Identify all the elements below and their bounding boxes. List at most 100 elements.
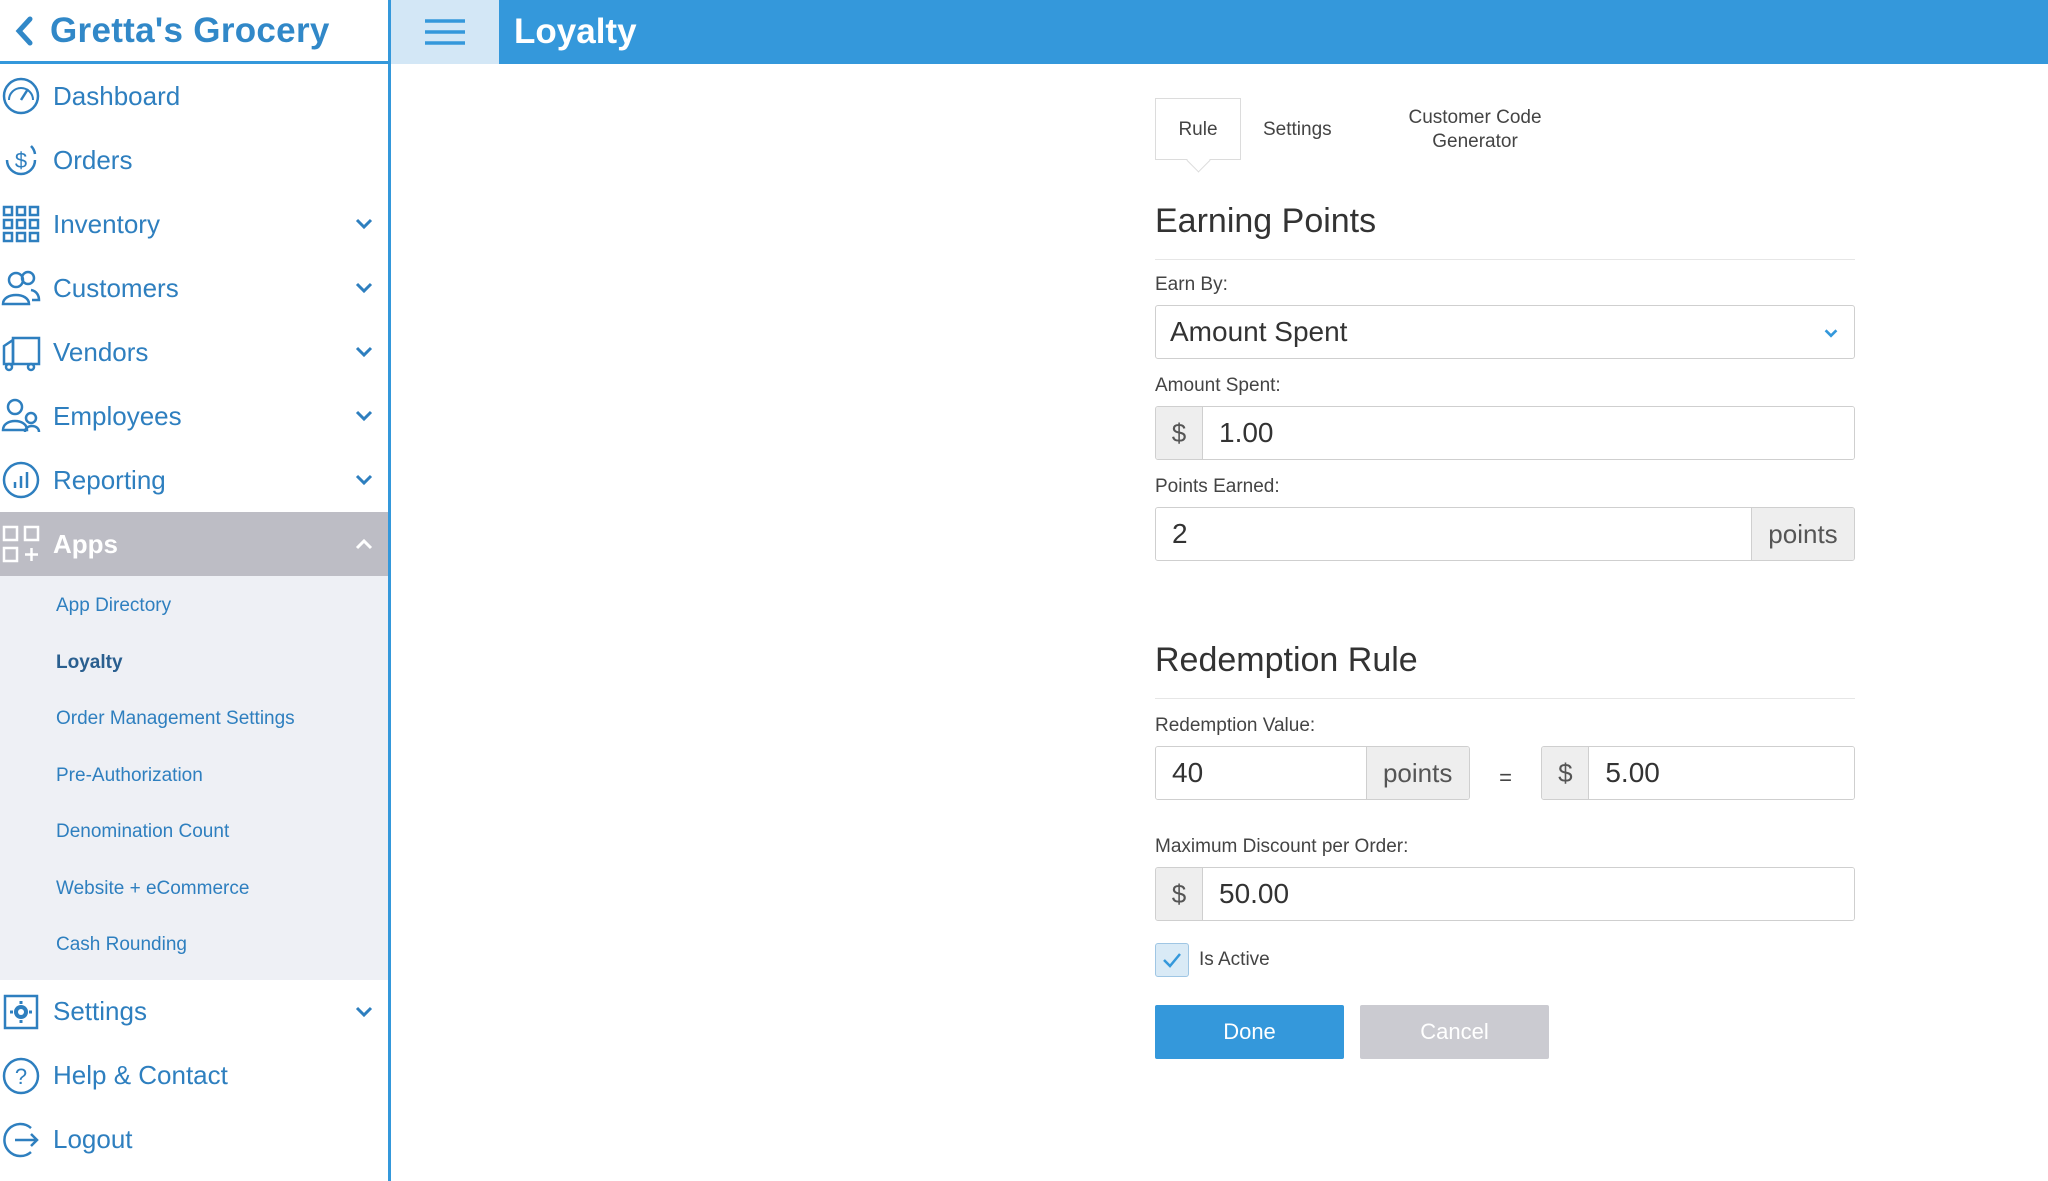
done-button[interactable]: Done xyxy=(1155,1005,1344,1059)
reporting-icon xyxy=(0,459,42,501)
tab-settings[interactable]: Settings xyxy=(1263,118,1332,142)
chevron-down-icon xyxy=(1824,329,1838,338)
chevron-down-icon xyxy=(355,346,373,358)
earning-title: Earning Points xyxy=(1155,202,1855,260)
customers-icon xyxy=(0,267,42,309)
sidebar-item-help-contact[interactable]: ? Help & Contact xyxy=(0,1044,388,1108)
earn-by-value: Amount Spent xyxy=(1170,316,1348,347)
equals-sign: = xyxy=(1499,765,1512,790)
action-buttons: Done Cancel xyxy=(1155,1005,1855,1059)
sub-item-pre-authorization[interactable]: Pre-Authorization xyxy=(0,748,388,805)
earn-by-label: Earn By: xyxy=(1155,274,1228,295)
sub-item-loyalty[interactable]: Loyalty xyxy=(0,635,388,692)
sidebar-item-label: Help & Contact xyxy=(53,1060,228,1090)
tab-rule[interactable]: Rule xyxy=(1155,98,1241,160)
max-discount-field[interactable]: $ 50.00 xyxy=(1155,867,1855,921)
sidebar-item-dashboard[interactable]: Dashboard xyxy=(0,64,388,128)
sub-item-order-management-settings[interactable]: Order Management Settings xyxy=(0,691,388,748)
amount-spent-input[interactable]: 1.00 xyxy=(1203,407,1854,459)
sidebar-item-label: Settings xyxy=(53,996,147,1026)
is-active-row: Is Active xyxy=(1155,943,1855,977)
sidebar: Gretta's Grocery Dashboard $ Orders Inve… xyxy=(0,0,391,1181)
sidebar-item-reporting[interactable]: Reporting xyxy=(0,448,388,512)
sidebar-item-logout[interactable]: Logout xyxy=(0,1108,388,1172)
dashboard-icon xyxy=(0,75,42,117)
brand-header: Gretta's Grocery xyxy=(0,0,388,64)
logout-icon xyxy=(0,1119,42,1161)
brand-title: Gretta's Grocery xyxy=(50,10,330,50)
sub-item-cash-rounding[interactable]: Cash Rounding xyxy=(0,917,388,974)
amount-spent-label: Amount Spent: xyxy=(1155,375,1281,396)
points-addon: points xyxy=(1751,508,1854,560)
chevron-down-icon xyxy=(355,1006,373,1017)
tab-label-line1: Customer Code xyxy=(1408,107,1542,128)
max-discount-input[interactable]: 50.00 xyxy=(1203,868,1854,920)
orders-icon: $ xyxy=(0,139,42,181)
sidebar-item-label: Inventory xyxy=(53,208,160,239)
redemption-title: Redemption Rule xyxy=(1155,641,1855,699)
employees-icon xyxy=(0,395,42,437)
sidebar-item-label: Customers xyxy=(53,272,179,303)
sidebar-item-employees[interactable]: Employees xyxy=(0,384,388,448)
sidebar-item-label: Employees xyxy=(53,400,182,431)
redemption-dollar-input[interactable]: 5.00 xyxy=(1589,747,1854,799)
sub-item-website-ecommerce[interactable]: Website + eCommerce xyxy=(0,861,388,918)
points-earned-input[interactable]: 2 xyxy=(1156,508,1751,560)
cancel-button[interactable]: Cancel xyxy=(1360,1005,1549,1059)
sidebar-item-label: Vendors xyxy=(53,336,149,367)
chevron-up-icon xyxy=(355,538,373,550)
settings-icon xyxy=(0,991,42,1033)
apps-submenu: App Directory Loyalty Order Management S… xyxy=(0,576,388,980)
sidebar-item-label: Dashboard xyxy=(53,80,181,111)
svg-text:$: $ xyxy=(15,148,27,173)
points-earned-label: Points Earned: xyxy=(1155,476,1280,497)
sidebar-item-orders[interactable]: $ Orders xyxy=(0,128,388,192)
dollar-addon: $ xyxy=(1542,747,1590,799)
is-active-label: Is Active xyxy=(1199,949,1270,970)
sidebar-item-label: Logout xyxy=(53,1124,133,1154)
sidebar-item-vendors[interactable]: Vendors xyxy=(0,320,388,384)
top-bar: Loyalty xyxy=(391,0,2048,64)
chevron-down-icon xyxy=(355,282,373,294)
sidebar-item-label: Reporting xyxy=(53,464,166,495)
dollar-addon: $ xyxy=(1156,868,1203,920)
redemption-section: Redemption Rule Redemption Value: 40 poi… xyxy=(1155,641,1855,1059)
page-title: Loyalty xyxy=(514,12,637,51)
chevron-down-icon xyxy=(355,474,373,486)
amount-spent-field[interactable]: $ 1.00 xyxy=(1155,406,1855,460)
sidebar-item-settings[interactable]: Settings xyxy=(0,980,388,1044)
sidebar-item-label: Orders xyxy=(53,144,133,175)
apps-icon xyxy=(0,523,42,565)
max-discount-label: Maximum Discount per Order: xyxy=(1155,836,1409,857)
sidebar-item-customers[interactable]: Customers xyxy=(0,256,388,320)
vendors-icon xyxy=(0,331,42,373)
sub-item-denomination-count[interactable]: Denomination Count xyxy=(0,804,388,861)
chevron-down-icon xyxy=(355,218,373,230)
redemption-row: 40 points = $ 5.00 xyxy=(1155,746,1855,800)
tabs: Rule Settings Customer Code Generator xyxy=(1155,64,1855,174)
points-addon: points xyxy=(1365,747,1469,799)
sidebar-item-label: Apps xyxy=(53,528,118,559)
sub-item-app-directory[interactable]: App Directory xyxy=(0,578,388,635)
tab-label-line2: Generator xyxy=(1432,131,1518,152)
inventory-icon xyxy=(0,203,42,245)
back-icon[interactable] xyxy=(0,0,50,63)
redemption-points-field[interactable]: 40 points xyxy=(1155,746,1470,800)
sidebar-item-inventory[interactable]: Inventory xyxy=(0,192,388,256)
earn-by-select[interactable]: Amount Spent xyxy=(1155,305,1855,359)
redemption-dollar-field[interactable]: $ 5.00 xyxy=(1541,746,1855,800)
checkmark-icon xyxy=(1163,953,1181,968)
earning-section: Earning Points Earn By: Amount Spent Amo… xyxy=(1155,202,1855,561)
help-icon: ? xyxy=(0,1055,42,1097)
chevron-down-icon xyxy=(355,410,373,422)
redemption-value-label: Redemption Value: xyxy=(1155,715,1316,736)
points-earned-field[interactable]: 2 points xyxy=(1155,507,1855,561)
tab-rule-label: Rule xyxy=(1178,118,1218,140)
sidebar-item-apps[interactable]: Apps xyxy=(0,512,388,576)
redemption-points-input[interactable]: 40 xyxy=(1156,747,1366,799)
tab-customer-code-generator[interactable]: Customer Code Generator xyxy=(1380,106,1570,154)
main-content: Rule Settings Customer Code Generator Ea… xyxy=(1155,64,1855,1059)
hamburger-menu-icon[interactable] xyxy=(391,0,499,64)
svg-text:?: ? xyxy=(15,1064,27,1089)
is-active-checkbox[interactable] xyxy=(1155,943,1189,977)
